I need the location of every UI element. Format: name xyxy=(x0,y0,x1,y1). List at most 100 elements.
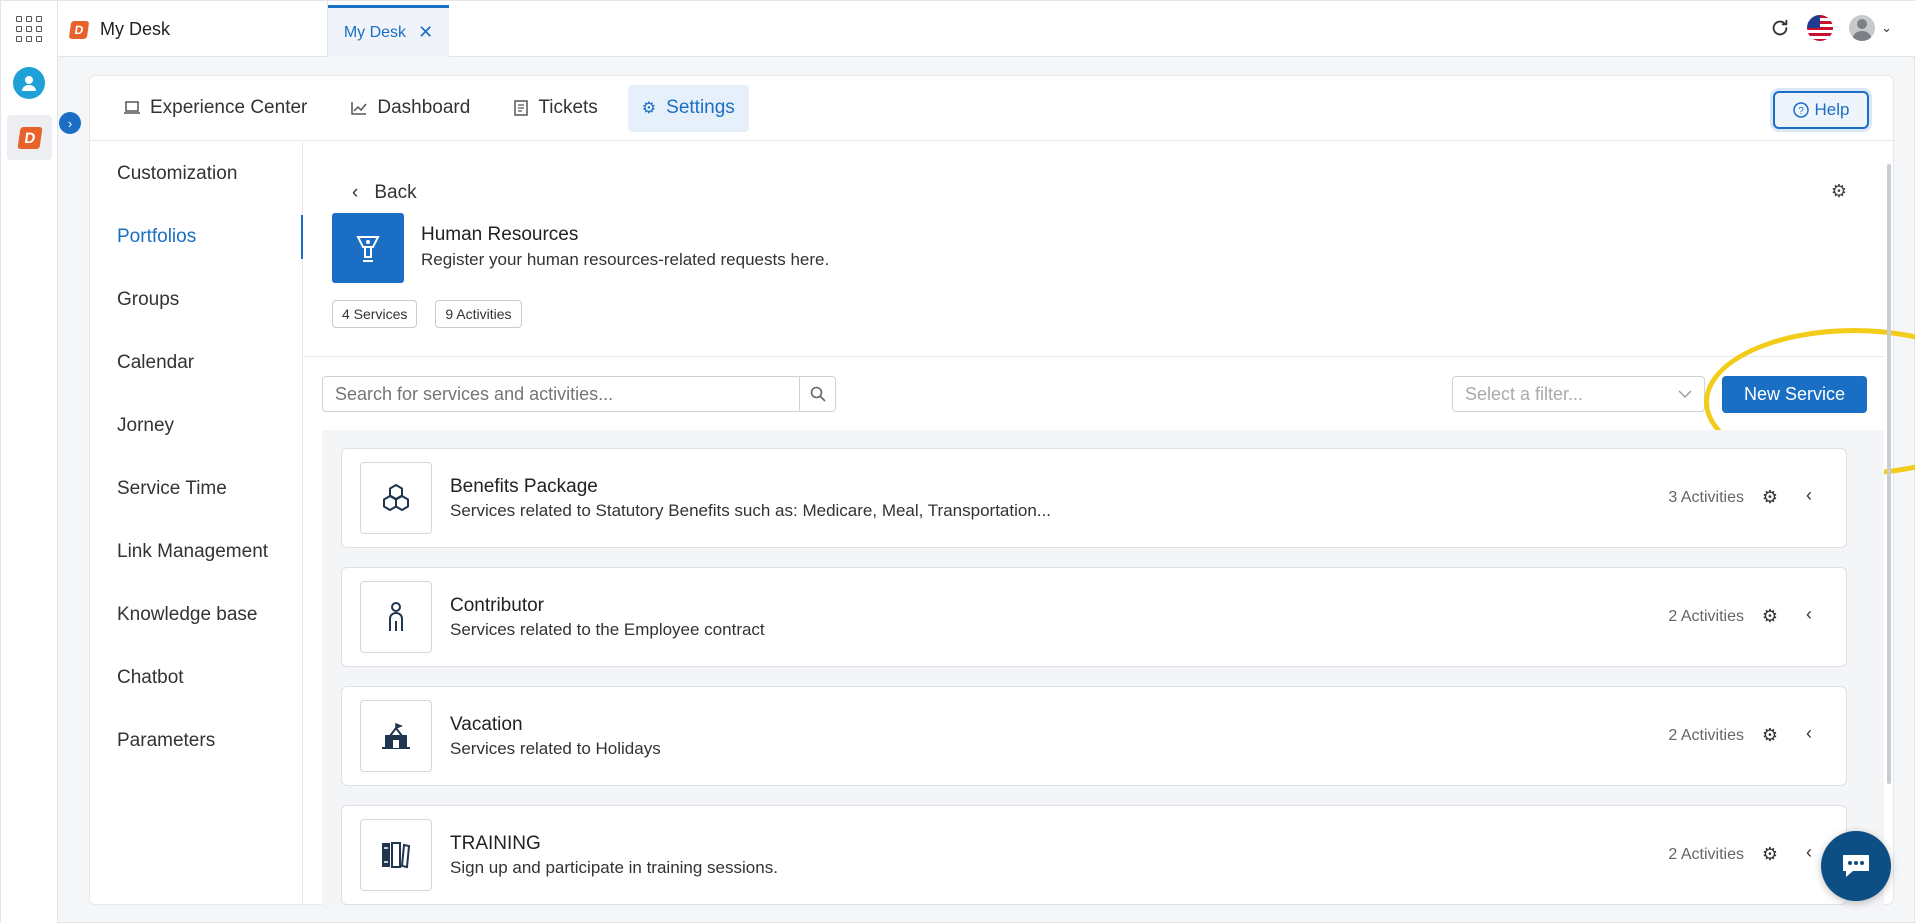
portfolio-icon xyxy=(332,213,404,283)
nav-dashboard[interactable]: Dashboard xyxy=(337,85,484,132)
service-title: Vacation xyxy=(450,714,523,735)
search-button[interactable] xyxy=(799,377,835,411)
sidebar-item-knowledge-base[interactable]: Knowledge base xyxy=(90,583,302,646)
beach-icon xyxy=(360,700,432,772)
top-navigation: Experience Center Dashboard Tickets ⚙ Se… xyxy=(90,76,1895,141)
portfolio-description: Register your human resources-related re… xyxy=(421,250,830,269)
services-count-badge: 4 Services xyxy=(332,300,418,328)
settings-sidebar: Customization Portfolios Groups Calendar… xyxy=(90,142,303,906)
chevron-left-icon[interactable]: ‹ xyxy=(1806,723,1812,744)
activities-count: 2 Activities xyxy=(1668,727,1744,744)
chevron-down-icon xyxy=(1678,390,1692,398)
activities-count: 3 Activities xyxy=(1668,489,1744,506)
user-menu[interactable]: ⌄ xyxy=(1849,15,1892,41)
help-button[interactable]: ? Help xyxy=(1773,91,1869,129)
activities-count: 2 Activities xyxy=(1668,608,1744,625)
app-logo-button[interactable]: D xyxy=(7,115,52,160)
gear-icon[interactable]: ⚙ xyxy=(1762,725,1778,746)
laptop-icon xyxy=(124,101,140,114)
service-description: Services related to the Employee contrac… xyxy=(450,620,765,639)
app-title: My Desk xyxy=(100,19,171,39)
filter-placeholder: Select a filter... xyxy=(1465,383,1584,404)
chat-button[interactable] xyxy=(1821,831,1891,901)
gear-icon: ⚙ xyxy=(641,100,657,117)
sidebar-item-link-management[interactable]: Link Management xyxy=(90,520,302,583)
divider xyxy=(304,356,1884,357)
portfolio-title: Human Resources xyxy=(421,224,579,245)
activities-count-badge: 9 Activities xyxy=(435,300,522,328)
hexagons-icon xyxy=(360,462,432,534)
nav-tickets[interactable]: Tickets xyxy=(500,85,611,132)
help-label: Help xyxy=(1814,100,1850,119)
main-panel: Experience Center Dashboard Tickets ⚙ Se… xyxy=(89,75,1915,910)
chevron-down-icon: ⌄ xyxy=(1881,20,1892,35)
person-icon xyxy=(360,581,432,653)
service-card-contributor[interactable]: Contributor Services related to the Empl… xyxy=(341,567,1847,667)
service-card-vacation[interactable]: Vacation Services related to Holidays 2 … xyxy=(341,686,1847,786)
nav-experience-center[interactable]: Experience Center xyxy=(110,85,321,132)
filter-select[interactable]: Select a filter... xyxy=(1452,376,1705,412)
sidebar-item-portfolios[interactable]: Portfolios xyxy=(90,205,303,268)
topbar-actions: ⌄ xyxy=(1769,15,1892,41)
expand-sidebar-icon[interactable]: › xyxy=(59,112,81,134)
portfolio-settings-icon[interactable]: ⚙ xyxy=(1831,181,1847,202)
gear-icon[interactable]: ⚙ xyxy=(1762,487,1778,508)
sidebar-item-label: Groups xyxy=(117,288,180,310)
sidebar-item-customization[interactable]: Customization xyxy=(90,142,302,205)
back-button[interactable]: ‹ Back xyxy=(352,182,417,204)
chat-bubble-icon xyxy=(1843,855,1869,877)
search-box xyxy=(322,376,836,412)
user-profile-icon[interactable] xyxy=(13,67,45,99)
sidebar-item-chatbot[interactable]: Chatbot xyxy=(90,646,302,709)
person-icon xyxy=(22,76,36,91)
tab-label: My Desk xyxy=(343,23,407,41)
sidebar-item-jorney[interactable]: Jorney xyxy=(90,394,302,457)
service-card-benefits-package[interactable]: Benefits Package Services related to Sta… xyxy=(341,448,1847,548)
sidebar-item-label: Service Time xyxy=(117,477,227,499)
brand-logo-icon: D xyxy=(16,126,43,149)
nav-label: Settings xyxy=(666,97,735,118)
service-title: TRAINING xyxy=(450,833,541,854)
portfolio-content: ‹ Back ⚙ Human Resources Register your h… xyxy=(304,142,1915,910)
left-rail: D xyxy=(1,1,58,923)
sidebar-item-label: Jorney xyxy=(117,414,175,436)
search-icon xyxy=(810,386,825,402)
close-icon[interactable]: ✕ xyxy=(418,22,433,43)
nav-label: Tickets xyxy=(538,97,598,118)
chevron-left-icon[interactable]: ‹ xyxy=(1806,485,1812,506)
gear-icon[interactable]: ⚙ xyxy=(1762,606,1778,627)
sidebar-item-calendar[interactable]: Calendar xyxy=(90,331,302,394)
service-description: Sign up and participate in training sess… xyxy=(450,858,778,877)
gear-icon[interactable]: ⚙ xyxy=(1762,844,1778,865)
question-icon: ? xyxy=(1792,102,1809,118)
tab-my-desk[interactable]: My Desk ✕ xyxy=(328,5,449,57)
chevron-left-icon[interactable]: ‹ xyxy=(1806,842,1812,863)
chevron-left-icon[interactable]: ‹ xyxy=(1806,604,1812,625)
nav-label: Experience Center xyxy=(150,97,308,118)
sidebar-item-label: Calendar xyxy=(117,351,195,373)
refresh-icon[interactable] xyxy=(1769,17,1791,39)
us-flag-icon[interactable] xyxy=(1807,15,1834,41)
top-bar: D My Desk My Desk ✕ ⌄ xyxy=(58,1,1915,57)
sidebar-item-parameters[interactable]: Parameters xyxy=(90,709,302,772)
app-grid-icon[interactable] xyxy=(13,13,45,45)
service-title: Contributor xyxy=(450,595,544,616)
sidebar-item-label: Chatbot xyxy=(117,666,184,688)
svg-text:?: ? xyxy=(1798,106,1804,117)
lightbulb-person-icon xyxy=(356,236,380,262)
avatar xyxy=(1849,15,1876,41)
portfolio-chips: 4 Services 9 Activities xyxy=(332,300,522,328)
chevron-left-icon: ‹ xyxy=(352,182,359,203)
nav-settings[interactable]: ⚙ Settings xyxy=(627,84,749,132)
sidebar-item-groups[interactable]: Groups xyxy=(90,268,302,331)
service-card-training[interactable]: TRAINING Sign up and participate in trai… xyxy=(341,805,1847,905)
search-input[interactable] xyxy=(323,377,799,411)
new-service-button[interactable]: New Service xyxy=(1722,376,1867,413)
ticket-icon xyxy=(514,100,529,116)
service-description: Services related to Holidays xyxy=(450,739,661,758)
sidebar-item-service-time[interactable]: Service Time xyxy=(90,457,302,520)
scrollbar[interactable] xyxy=(1887,164,1891,784)
sidebar-item-label: Parameters xyxy=(117,729,216,751)
sidebar-item-label: Knowledge base xyxy=(117,603,258,625)
brand: D My Desk xyxy=(68,19,171,40)
